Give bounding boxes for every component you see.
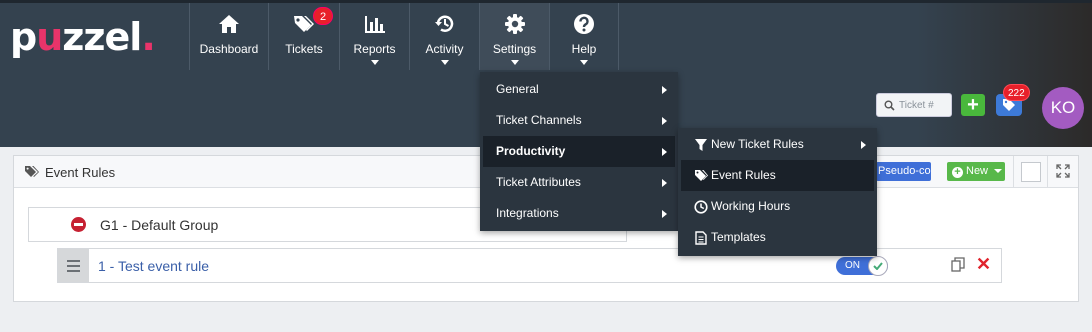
chevron-down-icon <box>510 60 519 65</box>
expand-icon[interactable] <box>1056 164 1070 178</box>
menu-item-label: General <box>496 82 539 96</box>
menu-item-label: Ticket Attributes <box>496 175 581 189</box>
tags-icon <box>25 166 39 177</box>
menu-item-label: Integrations <box>496 206 559 220</box>
question-circle-icon <box>573 13 595 35</box>
check-icon <box>868 256 888 276</box>
tags-icon <box>695 170 708 181</box>
tags-count-badge: 222 <box>1003 84 1030 101</box>
nav-settings-label: Settings <box>492 42 537 56</box>
event-rule-link[interactable]: 1 - Test event rule <box>98 258 209 274</box>
group-label: G1 - Default Group <box>100 217 219 233</box>
toggle-state-label: ON <box>845 260 860 271</box>
rule-enabled-toggle[interactable]: ON <box>836 256 888 276</box>
nav-dashboard[interactable]: Dashboard <box>190 3 268 70</box>
nav-help[interactable]: Help <box>550 3 618 70</box>
menu-item-ticket-attributes[interactable]: Ticket Attributes <box>483 167 675 198</box>
menu-item-label: Working Hours <box>711 199 791 213</box>
menu-item-label: Productivity <box>496 144 566 158</box>
chevron-down-icon <box>580 60 588 65</box>
tickets-count-badge: 2 <box>313 7 333 25</box>
chevron-right-icon <box>861 141 866 149</box>
nav-tickets[interactable]: Tickets 2 <box>269 3 339 70</box>
chevron-right-icon <box>662 210 667 218</box>
nav-activity-label: Activity <box>425 42 464 56</box>
nav-dashboard-label: Dashboard <box>199 42 259 56</box>
chevron-down-icon <box>370 60 379 65</box>
page-title: Event Rules <box>45 165 116 180</box>
menu-item-label: Templates <box>711 230 766 244</box>
user-avatar[interactable]: KO <box>1042 87 1084 129</box>
ticket-search-placeholder: Ticket # <box>899 99 934 111</box>
settings-menu: General Ticket Channels Productivity Tic… <box>480 72 678 231</box>
nav-settings[interactable]: Settings <box>480 3 549 70</box>
new-button[interactable]: + New <box>947 162 1005 181</box>
copy-icon[interactable] <box>951 257 965 272</box>
menu-item-new-ticket-rules[interactable]: New Ticket Rules <box>681 129 874 160</box>
chevron-right-icon <box>662 86 667 94</box>
new-button-label: New <box>966 165 989 177</box>
disabled-group-icon <box>71 217 86 232</box>
menu-item-ticket-channels[interactable]: Ticket Channels <box>483 105 675 136</box>
gear-icon <box>504 13 526 35</box>
document-icon <box>695 231 707 245</box>
search-icon <box>884 100 895 111</box>
add-button[interactable]: + <box>961 94 985 116</box>
menu-item-productivity[interactable]: Productivity <box>483 136 675 167</box>
menu-item-working-hours[interactable]: Working Hours <box>681 191 874 222</box>
caret-down-icon <box>994 169 1003 173</box>
chevron-right-icon <box>662 117 667 125</box>
nav-reports-label: Reports <box>353 42 396 56</box>
menu-item-integrations[interactable]: Integrations <box>483 198 675 229</box>
chevron-right-icon <box>662 148 667 156</box>
clock-icon <box>694 200 708 214</box>
delete-icon[interactable]: ✕ <box>976 254 991 275</box>
chevron-down-icon <box>440 60 449 65</box>
menu-item-label: New Ticket Rules <box>711 137 804 151</box>
chevron-right-icon <box>662 179 667 187</box>
filter-icon <box>695 139 707 151</box>
nav-activity[interactable]: Activity <box>410 3 479 70</box>
history-icon <box>434 13 456 35</box>
home-icon <box>218 13 240 35</box>
tags-icon <box>293 13 315 35</box>
pseudo-code-button[interactable]: Pseudo-code <box>876 162 931 181</box>
header-divider <box>1047 156 1048 188</box>
nav-reports[interactable]: Reports <box>340 3 409 70</box>
puzzel-logo[interactable]: puzzel. <box>10 14 156 60</box>
drag-handle[interactable] <box>58 249 89 282</box>
menu-item-label: Event Rules <box>711 168 776 182</box>
menu-item-event-rules[interactable]: Event Rules <box>681 160 874 191</box>
nav-help-label: Help <box>571 42 597 56</box>
ticket-search-input[interactable]: Ticket # <box>876 93 952 117</box>
header-divider <box>1013 156 1014 188</box>
menu-item-general[interactable]: General <box>483 74 675 105</box>
nav-tickets-label: Tickets <box>285 42 323 56</box>
productivity-submenu: New Ticket Rules Event Rules Working Hou… <box>678 128 877 256</box>
plus-circle-icon: + <box>952 167 963 178</box>
menu-item-templates[interactable]: Templates <box>681 222 874 253</box>
select-all-checkbox[interactable] <box>1021 162 1041 182</box>
menu-item-label: Ticket Channels <box>496 113 582 127</box>
bar-chart-icon <box>364 13 386 35</box>
nav-separator <box>618 3 619 70</box>
